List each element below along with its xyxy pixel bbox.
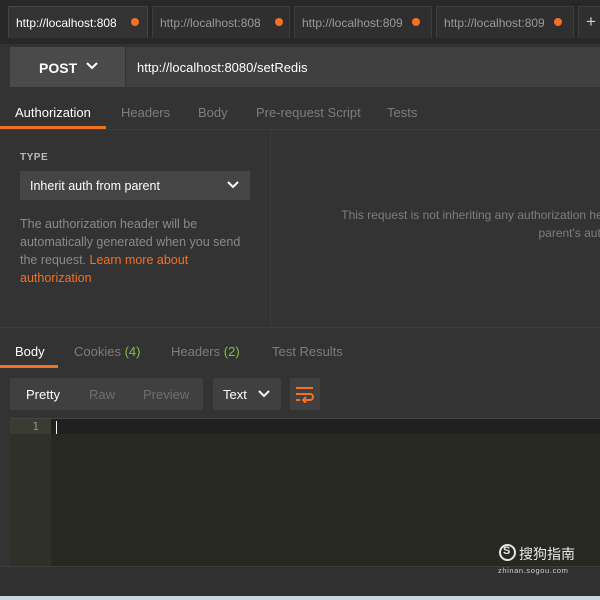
format-type-select[interactable]: Text — [213, 378, 281, 410]
request-tab[interactable]: http://localhost:809 — [436, 6, 574, 38]
tab-pre-request-script[interactable]: Pre-request Script — [256, 105, 361, 120]
watermark: S 搜狗指南 zhinan.sogou.com — [497, 544, 597, 578]
sogou-logo-icon: S — [499, 544, 516, 561]
auth-inherit-notice: This request is not inheriting any autho… — [272, 206, 600, 242]
unsaved-dot-icon — [275, 18, 283, 26]
window-bottom-edge — [0, 596, 600, 600]
tab-response-headers[interactable]: Headers (2) — [171, 344, 240, 359]
response-divider — [0, 327, 600, 328]
line-number-gutter: 1 — [10, 419, 51, 567]
auth-type-value: Inherit auth from parent — [30, 179, 160, 193]
plus-icon: + — [586, 12, 596, 31]
unsaved-dot-icon — [412, 18, 420, 26]
tab-response-body[interactable]: Body — [15, 344, 45, 359]
method-label: POST — [39, 60, 78, 76]
tab-test-results[interactable]: Test Results — [272, 344, 343, 359]
raw-button[interactable]: Raw — [89, 387, 115, 402]
view-mode-toggle: Pretty Raw Preview — [10, 378, 203, 410]
tab-bar: http://localhost:808 http://localhost:80… — [0, 0, 600, 44]
request-tab-label: http://localhost:809 — [302, 16, 402, 30]
active-response-tab-indicator — [0, 365, 58, 368]
notice-line: parent's auth — [538, 226, 600, 240]
watermark-name: 搜狗指南 — [519, 547, 575, 563]
tab-cookies[interactable]: Cookies (4) — [74, 344, 140, 359]
notice-line: This request is not inheriting any autho… — [341, 208, 600, 222]
tab-body[interactable]: Body — [198, 105, 228, 120]
wrap-lines-button[interactable] — [290, 378, 320, 410]
response-tabs: Body Cookies (4) Headers (2) Test Result… — [0, 330, 600, 368]
text-cursor — [56, 421, 57, 434]
auth-description: The authorization header will be automat… — [20, 215, 255, 287]
chevron-down-icon — [227, 181, 239, 189]
request-tab-label: http://localhost:808 — [160, 16, 260, 30]
cookies-count: (4) — [124, 344, 141, 359]
preview-button[interactable]: Preview — [143, 387, 189, 402]
line-number: 1 — [32, 420, 39, 433]
request-tab[interactable]: http://localhost:808 — [8, 6, 148, 38]
request-tabs: Authorization Headers Body Pre-request S… — [0, 96, 600, 130]
logo-letter: S — [503, 545, 511, 557]
tab-headers-label: Headers — [171, 344, 221, 359]
unsaved-dot-icon — [131, 18, 139, 26]
new-tab-button[interactable]: + — [578, 6, 600, 38]
chevron-down-icon — [258, 390, 270, 398]
auth-type-label: TYPE — [20, 152, 49, 163]
auth-type-select[interactable]: Inherit auth from parent — [20, 171, 250, 200]
tab-tests[interactable]: Tests — [387, 105, 417, 120]
tab-authorization[interactable]: Authorization — [15, 105, 91, 120]
format-type-value: Text — [223, 387, 247, 402]
request-bar: POST http://localhost:8080/setRedis — [10, 47, 600, 87]
request-tab[interactable]: http://localhost:809 — [294, 6, 432, 38]
watermark-url: zhinan.sogou.com — [498, 566, 569, 575]
headers-count: (2) — [223, 344, 240, 359]
active-gutter-line — [10, 419, 51, 434]
active-tab-indicator — [0, 126, 106, 129]
active-line-highlight — [51, 419, 600, 434]
request-tab[interactable]: http://localhost:808 — [152, 6, 290, 38]
request-tab-label: http://localhost:809 — [444, 16, 544, 30]
unsaved-dot-icon — [554, 18, 562, 26]
chevron-down-icon — [86, 62, 98, 70]
tab-cookies-label: Cookies — [74, 344, 121, 359]
panel-divider — [270, 130, 271, 327]
method-select[interactable]: POST — [10, 47, 126, 87]
url-input[interactable]: http://localhost:8080/setRedis — [137, 60, 308, 75]
pretty-button[interactable]: Pretty — [26, 387, 60, 402]
tab-headers[interactable]: Headers — [121, 105, 170, 120]
wrap-lines-icon — [296, 387, 314, 403]
request-tab-label: http://localhost:808 — [16, 16, 116, 30]
